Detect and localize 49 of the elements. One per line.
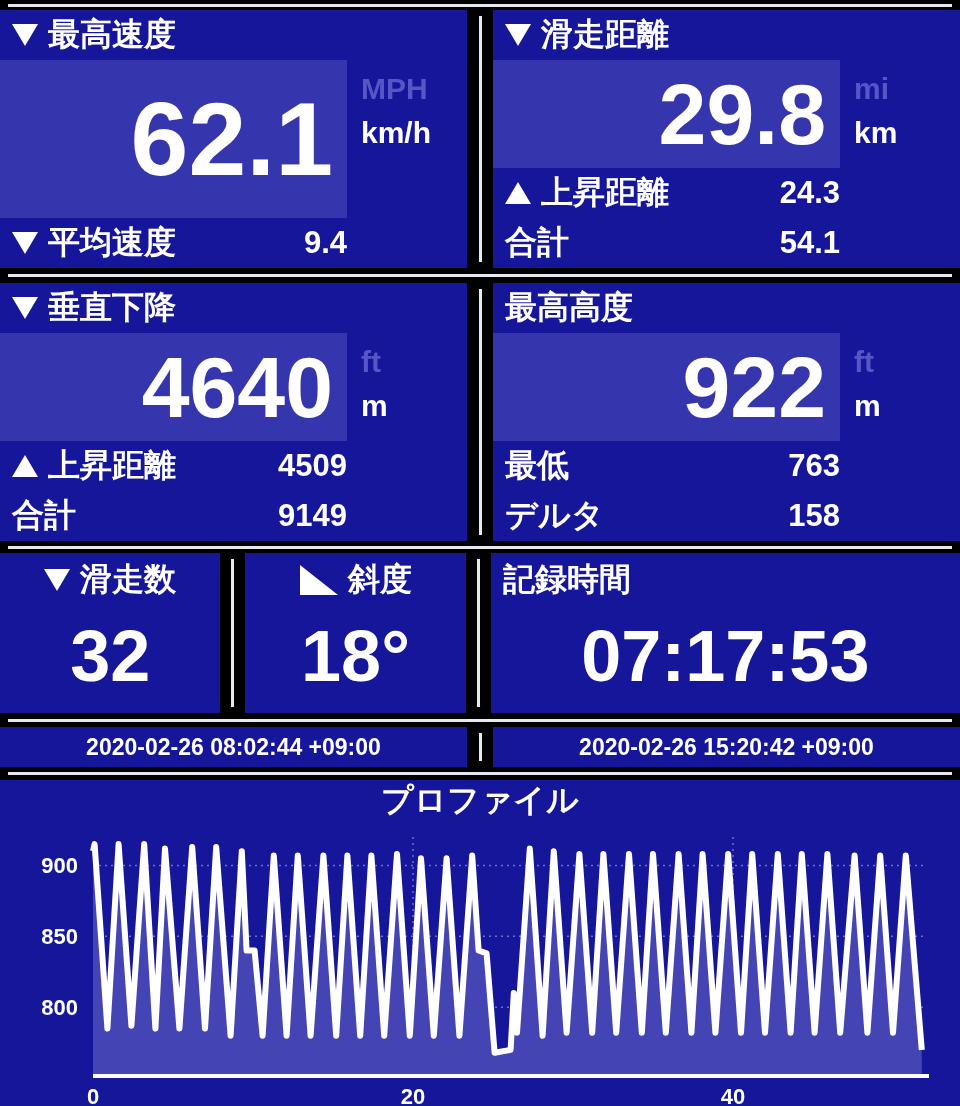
x-tick-label: 0 <box>86 1084 100 1106</box>
stat-label: デルタ <box>505 496 604 535</box>
panel-title: 最高高度 <box>505 288 633 327</box>
slope-icon <box>299 565 338 595</box>
panel-title: 最高速度 <box>48 15 176 54</box>
stat-value: 9.4 <box>303 225 347 261</box>
tile-title: 斜度 <box>347 560 412 599</box>
stat-value: 158 <box>788 498 840 534</box>
panel-title: 垂直下降 <box>48 288 176 327</box>
value-display: 29.8 <box>493 60 840 168</box>
down-triangle-icon <box>12 297 38 319</box>
stat-label: 上昇距離 <box>48 446 176 485</box>
x-tick-label: 40 <box>720 1084 746 1106</box>
stat-label: 合計 <box>505 223 569 262</box>
y-tick-label: 900 <box>41 853 78 879</box>
stat-value: 9149 <box>278 498 347 534</box>
tile-value: 18° <box>301 615 410 698</box>
tile-value: 07:17:53 <box>580 615 871 698</box>
stat-value: 4509 <box>278 448 347 484</box>
down-triangle-icon <box>12 24 38 46</box>
tile-title: 滑走数 <box>80 560 177 599</box>
value-display: 922 <box>493 333 840 441</box>
value-display: 62.1 <box>0 60 347 218</box>
down-triangle-icon <box>44 569 71 591</box>
start-time: 2020-02-26 08:02:44 +09:00 <box>0 727 467 767</box>
chart-title: プロファイル <box>380 781 580 820</box>
up-triangle-icon <box>505 182 531 204</box>
unit-option[interactable]: m <box>361 391 388 421</box>
stat-label: 上昇距離 <box>541 173 669 212</box>
stat-label: 平均速度 <box>48 223 176 262</box>
tile-value: 32 <box>70 615 151 698</box>
down-triangle-icon <box>505 24 531 46</box>
stat-value: 54.1 <box>779 225 840 261</box>
y-tick-label: 800 <box>41 995 78 1021</box>
unit-option[interactable]: km/h <box>361 118 432 148</box>
down-triangle-icon <box>12 232 38 254</box>
value-display: 4640 <box>0 333 347 441</box>
x-tick-label: 20 <box>400 1084 426 1106</box>
tile-title: 記録時間 <box>502 560 631 599</box>
up-triangle-icon <box>12 455 38 477</box>
end-time: 2020-02-26 15:20:42 +09:00 <box>493 727 960 767</box>
y-tick-label: 850 <box>41 924 78 950</box>
stat-label: 合計 <box>12 496 76 535</box>
stat-value: 24.3 <box>779 175 840 211</box>
unit-option[interactable]: m <box>854 391 881 421</box>
unit-option[interactable]: km <box>854 118 898 148</box>
stat-value: 763 <box>788 448 840 484</box>
panel-title: 滑走距離 <box>541 15 669 54</box>
stat-label: 最低 <box>505 446 569 485</box>
